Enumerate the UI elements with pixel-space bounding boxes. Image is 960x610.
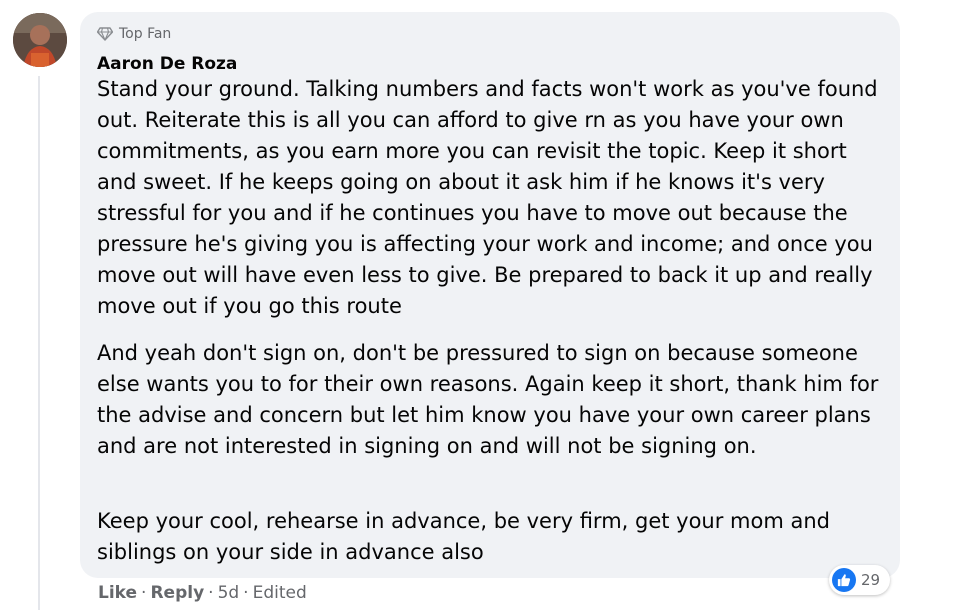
- reaction-count: 29: [861, 571, 881, 589]
- comment-paragraph: And yeah don't sign on, don't be pressur…: [97, 341, 879, 458]
- separator: ·: [208, 583, 214, 603]
- comment-paragraph: Stand your ground. Talking numbers and f…: [97, 77, 878, 318]
- like-button[interactable]: Like: [98, 581, 137, 605]
- thread-line: [38, 76, 40, 610]
- timestamp[interactable]: 5d: [218, 581, 240, 605]
- top-fan-badge[interactable]: Top Fan: [97, 24, 171, 44]
- comment-paragraph: Keep your cool, rehearse in advance, be …: [97, 509, 831, 564]
- author-name[interactable]: Aaron De Roza: [97, 53, 237, 75]
- edited-label[interactable]: Edited: [253, 581, 307, 605]
- badge-label: Top Fan: [119, 26, 172, 42]
- reply-button[interactable]: Reply: [150, 581, 204, 605]
- comment-thread: Top Fan Aaron De Roza Stand your ground.…: [0, 0, 960, 610]
- diamond-icon: [97, 27, 113, 41]
- avatar[interactable]: [13, 13, 67, 67]
- comment-actions: Like · Reply · 5d · Edited: [98, 581, 307, 605]
- profile-photo-icon: [13, 13, 67, 67]
- thumbs-up-icon: [837, 574, 851, 587]
- like-reaction-icon: [832, 568, 856, 592]
- separator: ·: [141, 583, 147, 603]
- separator: ·: [243, 583, 249, 603]
- reaction-count-pill[interactable]: 29: [829, 565, 891, 595]
